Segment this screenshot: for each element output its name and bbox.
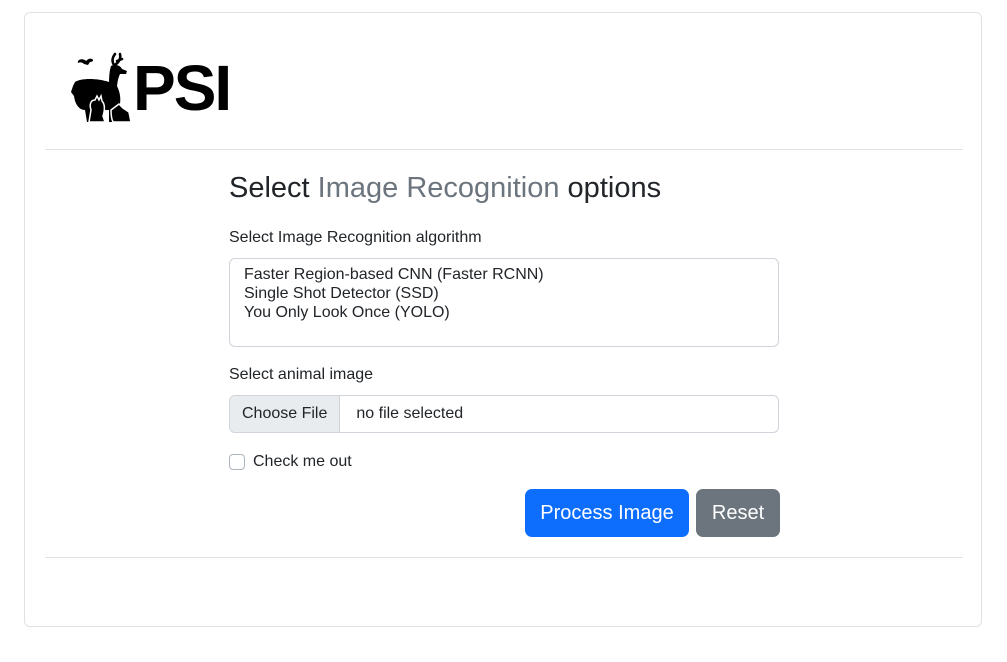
process-image-button[interactable]: Process Image	[525, 489, 689, 537]
title-select-word: Select	[229, 172, 318, 204]
algorithm-option-yolo[interactable]: You Only Look Once (YOLO)	[244, 303, 764, 322]
main-card: PSI Select Image Recognition options Sel…	[24, 12, 982, 627]
psi-logo: PSI	[71, 52, 232, 124]
algorithm-option-faster-rcnn[interactable]: Faster Region-based CNN (Faster RCNN)	[244, 265, 764, 284]
header-divider	[45, 149, 963, 150]
reset-button[interactable]: Reset	[696, 489, 780, 537]
image-label: Select animal image	[229, 366, 374, 383]
file-status: no file selected	[356, 405, 464, 422]
image-file-input[interactable]: Choose File no file selected	[229, 395, 779, 433]
check-me-out-checkbox[interactable]	[229, 454, 245, 470]
check-me-out-label[interactable]: Check me out	[253, 453, 352, 471]
page-title: Select Image Recognition options	[229, 171, 661, 206]
logo-text: PSI	[133, 52, 232, 124]
animals-logo-icon	[71, 52, 131, 123]
algorithm-label: Select Image Recognition algorithm	[229, 229, 482, 246]
footer-divider	[45, 557, 963, 558]
check-me-out-row: Check me out	[229, 451, 352, 473]
algorithm-select[interactable]: Faster Region-based CNN (Faster RCNN) Si…	[229, 258, 779, 347]
title-options-word: options	[559, 172, 662, 204]
choose-file-button[interactable]: Choose File	[230, 396, 341, 432]
algorithm-option-ssd[interactable]: Single Shot Detector (SSD)	[244, 284, 764, 303]
title-highlight: Image Recognition	[317, 172, 560, 204]
